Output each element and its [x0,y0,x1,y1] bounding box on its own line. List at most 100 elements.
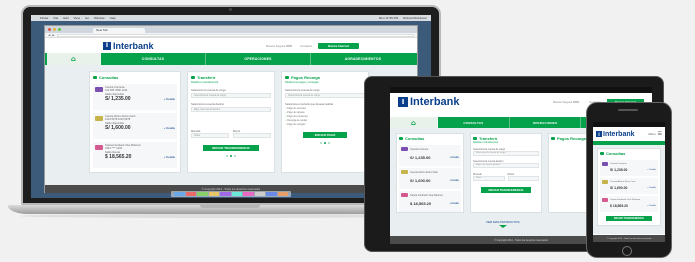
menu-item[interactable]: Window [94,16,105,20]
browser-window: New Tab ◀ ▶ I Interbank Banca Segura BBB… [44,25,418,193]
product-amount: $ 18,565.20 [410,201,432,206]
nav-agradecimientos[interactable]: AGRADECIMIENTOS [311,53,415,65]
service-option[interactable]: ○ Pago de colegios [285,123,365,127]
product-amount: S/ 1,600.00 [610,186,628,190]
phone-home-button[interactable] [622,246,632,256]
device-mockup-stage: Finder File Edit View Go Window Help Mon… [0,0,695,262]
laptop-camera [229,8,232,11]
nav-consultas[interactable]: CONSULTAS [438,117,510,128]
mac-menu-bar: Finder File Edit View Go Window Help Mon… [31,15,431,21]
product-detail-link[interactable]: + Detalle [164,97,175,101]
menu-item[interactable]: View [74,16,80,20]
phone-transfer-button[interactable]: INICIAR TRANSFERENCIA [606,216,652,221]
contact-link[interactable]: Contacto [300,44,312,48]
menu-label[interactable]: Menu [649,132,656,136]
window-zoom-button[interactable] [58,28,61,31]
start-transfer-button[interactable]: INICIAR TRANSFERENCIA [481,187,531,193]
nav-home[interactable]: ⌂ [47,53,101,65]
origin-account-select[interactable]: Selecciona la cuenta de cargo [473,151,539,156]
pagos-origin-select[interactable]: Selecciona la cuenta de cargo [285,93,365,98]
phone-consultas-card: Consultas Cuenta Corriente S/ 1,235.00 +… [597,148,661,226]
consultas-heading: Consultas [600,151,658,156]
more-products-link[interactable]: VER MAS PRODUCTOS [486,220,519,228]
carousel-dot[interactable] [230,155,232,157]
menu-item[interactable]: Go [85,16,89,20]
home-icon: ⌂ [410,118,417,127]
carousel-dot[interactable] [320,142,322,144]
product-item: Tarjeta Interbank Visa Platinum $ 18,565… [600,196,658,212]
secure-banking-link[interactable]: Banca Segura BBB [553,100,579,104]
hamburger-menu-icon[interactable]: ☰ [658,131,662,137]
amount-input[interactable] [507,176,539,181]
product-detail-link[interactable]: + Detalle [449,202,459,205]
debit-card-icon [602,162,608,166]
consultas-card: Consultas Cuenta Corriente S/ 1,235.00 +… [396,133,464,213]
nav-home[interactable]: ⌂ [390,117,438,128]
brand-logo[interactable]: I Interbank [103,41,154,51]
amount-input[interactable] [233,133,271,138]
product-name: Cuenta Corriente [610,163,627,165]
phone-brand-logo[interactable]: I Interbank [596,131,635,138]
carousel-dot[interactable] [324,142,326,144]
nav-consultas[interactable]: CONSULTAS [101,53,206,65]
start-payment-button[interactable]: INICIAR PAGO [303,132,347,138]
product-detail-link[interactable]: + Detalle [647,205,656,207]
currency-select[interactable]: Soles [473,176,505,181]
menu-item[interactable]: Help [110,16,116,20]
menu-item[interactable]: Finder [40,16,49,20]
dashboard-body: Consultas Cuenta Corriente 123 456 7890 … [45,65,417,185]
carousel-dot[interactable] [328,142,330,144]
brand-mark-icon: I [103,41,111,50]
window-minimize-button[interactable] [53,28,56,31]
phone-body: Consultas Cuenta Corriente S/ 1,235.00 +… [593,145,665,234]
origin-account-select[interactable]: Selecciona la cuenta de cargo [191,93,271,98]
site-header: I Interbank Banca Segura BBB Contacto Ba… [45,38,417,53]
menu-item[interactable]: Edit [63,16,68,20]
product-name: Cuenta Ahorro Extra Cash [610,181,636,183]
browser-tab[interactable]: New Tab [93,28,145,33]
phone-section-title: Consultas [606,151,626,156]
online-banking-button[interactable]: Banca Internet [318,42,359,49]
product-amount: S/ 1,235.00 [410,155,431,160]
destination-account-select[interactable]: Elige una cuenta destino [473,163,539,168]
product-detail-link[interactable]: + Detalle [449,179,459,182]
back-icon[interactable]: ◀ [48,33,50,37]
phone-speaker [618,109,638,111]
product-item: Cuenta Corriente 123 456 7890 1234 Saldo… [93,84,177,110]
brand-name: Interbank [113,40,154,51]
product-detail-link[interactable]: + Detalle [647,169,656,171]
payment-icon [285,76,289,79]
menu-clock: Mon 11:55 PM [378,16,399,20]
tablet-brand-logo[interactable]: I Interbank [398,96,460,108]
folder-icon [600,152,604,155]
product-amount: S/ 1,235.00 [105,96,131,102]
product-detail-link[interactable]: + Detalle [164,126,175,130]
menu-user[interactable]: Richard Robinson [403,16,427,20]
product-detail-link[interactable]: + Detalle [647,187,656,189]
forward-icon[interactable]: ▶ [52,33,54,37]
carousel-dot[interactable] [234,155,236,157]
start-transfer-button[interactable]: INICIAR TRANSFERENCIA [203,145,259,151]
product-number: 123 456 7890 1234 [105,89,128,92]
credit-card-icon [95,144,103,150]
payment-icon [551,137,555,140]
destination-label: Selecciona la cuenta destino [191,103,225,106]
phone-header: I Interbank Menu ☰ [593,127,665,141]
carousel-dot[interactable] [226,155,228,157]
product-detail-link[interactable]: + Detalle [164,155,175,159]
secure-banking-link[interactable]: Banca Segura BBB [266,44,292,48]
window-close-button[interactable] [48,28,51,31]
chevron-down-icon [498,225,507,228]
destination-account-select[interactable]: Elige una cuenta destino [191,107,271,112]
nav-operaciones[interactable]: OPERACIONES [206,53,311,65]
currency-select[interactable]: Soles [191,133,229,138]
brand-name: Interbank [603,130,635,138]
address-bar[interactable] [56,33,414,37]
product-detail-link[interactable]: + Detalle [449,156,459,159]
folder-icon [93,76,97,79]
product-item: Cuenta Corriente S/ 1,235.00 + Detalle [600,160,658,176]
menu-item[interactable]: File [54,16,59,20]
nav-operaciones[interactable]: OPERACIONES [510,117,582,128]
transferir-heading: Transferir [191,75,271,80]
footer-text: © Copyright 2014 - Todos los derechos re… [606,237,652,240]
